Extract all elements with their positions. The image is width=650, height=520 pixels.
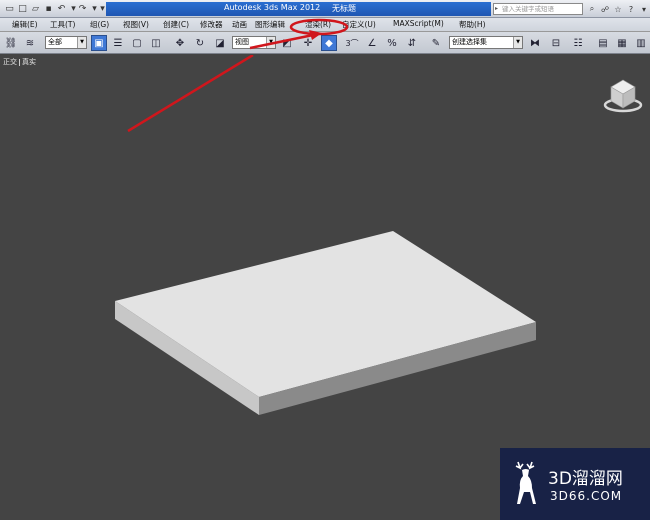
watermark-domain: 3D66.COM [550, 489, 623, 503]
box-top-face[interactable] [115, 231, 536, 397]
annotation-arrow [127, 55, 254, 133]
highlight-ellipse [289, 18, 349, 36]
watermark-title: 3D溜溜网 [548, 469, 623, 489]
viewport[interactable]: 正交 真实 3D溜溜网 3D66.COM [0, 55, 650, 520]
watermark-logo: 3D溜溜网 3D66.COM [500, 448, 650, 520]
deer-logo-icon [515, 461, 536, 504]
highlight-overlay [249, 18, 349, 50]
annotation-arrow-top [249, 32, 319, 50]
